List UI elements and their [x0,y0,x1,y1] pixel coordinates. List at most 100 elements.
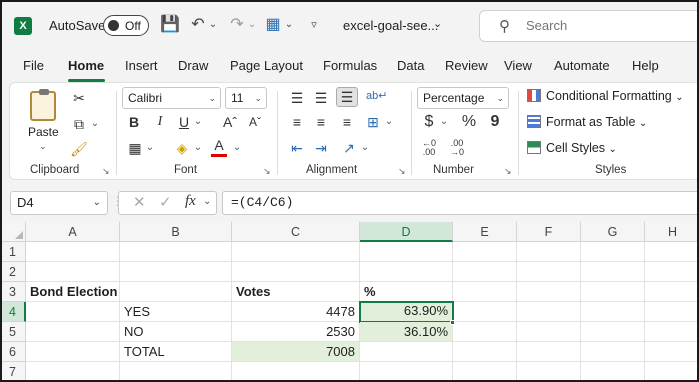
bold-button[interactable]: B [126,113,142,131]
grid-cell[interactable] [120,282,232,302]
cancel-icon[interactable]: ✕ [133,193,146,211]
grid-cell[interactable] [645,262,697,282]
cell-d5[interactable]: 36.10% [360,322,453,342]
cell-c3[interactable]: Votes [232,282,360,302]
fill-handle[interactable] [450,320,455,325]
tab-help[interactable]: Help [632,58,659,73]
tab-formulas[interactable]: Formulas [323,58,377,73]
table-dropdown-icon[interactable]: ⌄ [284,14,294,36]
grid-cell[interactable] [645,342,697,362]
grid-cell[interactable] [120,242,232,262]
table-icon[interactable]: ▦ [264,14,282,36]
grid-cell[interactable] [453,342,517,362]
tab-review[interactable]: Review [445,58,488,73]
column-header-b[interactable]: B [120,222,232,242]
tab-home[interactable]: Home [68,58,104,73]
grid-cell[interactable] [645,362,697,380]
grid-cell[interactable] [645,322,697,342]
font-size-select[interactable]: 11 ⌄ [225,87,267,109]
increase-decimal-button[interactable]: ←0 .00 [418,139,440,157]
grid-cell[interactable] [517,262,581,282]
grid-cell[interactable] [120,262,232,282]
grid-cell[interactable] [360,262,453,282]
grid-cell[interactable] [581,362,645,380]
cell-d3[interactable]: % [360,282,453,302]
row-header-3[interactable]: 3 [2,282,26,302]
orientation-icon[interactable]: ↗ [340,139,358,157]
font-color-dropdown-icon[interactable]: ⌄ [232,139,242,157]
borders-dropdown-icon[interactable]: ⌄ [145,139,155,157]
underline-dropdown-icon[interactable]: ⌄ [193,113,203,131]
copy-icon[interactable]: ⧉ [70,115,88,133]
grid-cell[interactable] [645,302,697,322]
grid-cell[interactable] [26,302,120,322]
fill-color-dropdown-icon[interactable]: ⌄ [193,139,203,157]
cell-styles-button[interactable]: Cell Styles ⌄ [527,141,617,155]
font-name-select[interactable]: Calibri ⌄ [122,87,221,109]
chevron-down-icon[interactable]: ⌄ [433,17,442,30]
align-center-icon[interactable]: ≡ [312,113,330,131]
merge-center-icon[interactable]: ⊞ [364,113,382,131]
decrease-decimal-button[interactable]: .00 →0 [446,139,468,157]
wrap-text-icon[interactable]: ab↵ [366,87,387,105]
cell-c4[interactable]: 4478 [232,302,360,322]
row-header-1[interactable]: 1 [2,242,26,262]
conditional-formatting-button[interactable]: Conditional Formatting ⌄ [527,89,684,103]
increase-indent-icon[interactable]: ⇥ [312,139,330,157]
clipboard-launcher-icon[interactable]: ↘ [102,166,110,177]
enter-icon[interactable]: ✓ [159,193,172,211]
grid-cell[interactable] [581,262,645,282]
cell-d4-selected[interactable]: 63.90% [359,301,454,323]
borders-icon[interactable]: ▦ [126,139,144,157]
cell-b5[interactable]: NO [120,322,232,342]
tab-automate[interactable]: Automate [554,58,610,73]
grid-cell[interactable] [645,282,697,302]
grid-cell[interactable] [581,242,645,262]
column-header-h[interactable]: H [645,222,697,242]
grid-cell[interactable] [453,262,517,282]
grid-cell[interactable] [360,342,453,362]
alignment-launcher-icon[interactable]: ↘ [398,166,406,177]
column-header-f[interactable]: F [517,222,581,242]
tab-insert[interactable]: Insert [125,58,158,73]
grid-cell[interactable] [26,242,120,262]
copy-dropdown-icon[interactable]: ⌄ [90,115,100,133]
grid-cell[interactable] [453,322,517,342]
customize-qat-icon[interactable]: ▿ [308,14,320,36]
column-header-g[interactable]: G [581,222,645,242]
redo-dropdown-icon[interactable]: ⌄ [247,14,257,36]
cell-c6[interactable]: 7008 [232,342,360,362]
underline-button[interactable]: U [176,113,192,131]
search-input[interactable] [526,18,686,33]
number-launcher-icon[interactable]: ↘ [504,166,512,177]
grid-cell[interactable] [581,322,645,342]
insert-function-button[interactable]: fx [185,193,196,210]
cut-icon[interactable]: ✂ [70,89,88,107]
decrease-indent-icon[interactable]: ⇤ [288,139,306,157]
currency-button[interactable]: $ [421,113,437,131]
decrease-font-icon[interactable]: Aˇ [246,113,264,131]
percent-button[interactable]: % [460,113,478,131]
grid-cell[interactable] [360,242,453,262]
column-header-c[interactable]: C [232,222,360,242]
italic-button[interactable]: I [152,113,168,131]
grid-cell[interactable] [232,242,360,262]
format-as-table-button[interactable]: Format as Table ⌄ [527,115,647,129]
grid-cell[interactable] [581,282,645,302]
undo-dropdown-icon[interactable]: ⌄ [208,14,218,36]
paste-icon[interactable] [30,89,56,121]
undo-icon[interactable]: ↶ [189,14,207,36]
cell-b4[interactable]: YES [120,302,232,322]
increase-font-icon[interactable]: Aˆ [221,113,239,131]
redo-icon[interactable]: ↷ [228,14,246,36]
formula-input[interactable]: =(C4/C6) [222,191,697,215]
cell-c5[interactable]: 2530 [232,322,360,342]
grid-cell[interactable] [453,302,517,322]
row-header-6[interactable]: 6 [2,342,26,362]
number-format-select[interactable]: Percentage ⌄ [417,87,509,109]
row-header-2[interactable]: 2 [2,262,26,282]
grid-cell[interactable] [517,282,581,302]
row-header-4[interactable]: 4 [2,302,26,322]
grid-cell[interactable] [360,362,453,380]
row-header-7[interactable]: 7 [2,362,26,380]
